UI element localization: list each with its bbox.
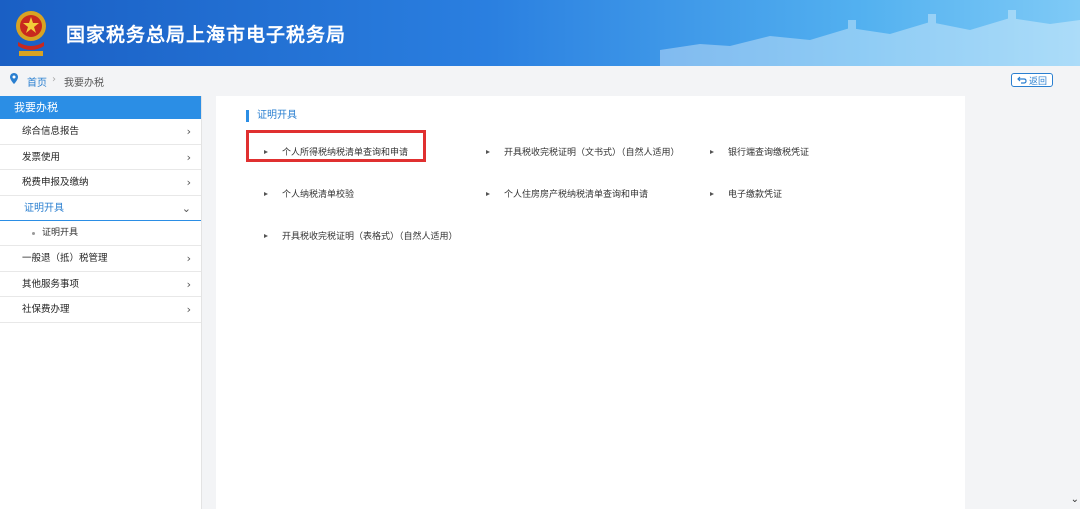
arrow-right-icon bbox=[486, 191, 490, 196]
scroll-down-arrow-icon[interactable]: ⌄ bbox=[1071, 494, 1079, 505]
vertical-scrollbar[interactable]: ⌄ bbox=[1068, 66, 1080, 509]
sidebar: 我要办税 综合信息报告 › 发票使用 › 税费申报及缴纳 › 证明开具 ⌄ 证明… bbox=[0, 96, 202, 509]
arrow-right-icon bbox=[264, 233, 268, 238]
chevron-right-icon: › bbox=[186, 277, 191, 291]
chevron-right-icon: › bbox=[186, 150, 191, 164]
arrow-right-icon bbox=[486, 149, 490, 154]
sidebar-heading: 我要办税 bbox=[0, 96, 201, 119]
link-property-tax-list[interactable]: 个人住房房产税纳税清单查询和申请 bbox=[486, 187, 648, 200]
sidebar-item-other-services[interactable]: 其他服务事项 › bbox=[0, 272, 201, 297]
link-label: 开具税收完税证明（表格式）（自然人适用） bbox=[282, 232, 458, 242]
sidebar-item-label: 综合信息报告 bbox=[22, 126, 80, 137]
sidebar-item-comprehensive-report[interactable]: 综合信息报告 › bbox=[0, 119, 201, 145]
link-label: 电子缴款凭证 bbox=[728, 190, 783, 200]
section-title: 证明开具 bbox=[246, 110, 297, 122]
sidebar-item-invoice-use[interactable]: 发票使用 › bbox=[0, 145, 201, 170]
link-electronic-payment-voucher[interactable]: 电子缴款凭证 bbox=[710, 187, 782, 200]
location-pin-icon bbox=[10, 73, 18, 84]
sidebar-item-tax-refund[interactable]: 一般退（抵）税管理 › bbox=[0, 246, 201, 272]
link-tax-certificate-table[interactable]: 开具税收完税证明（表格式）（自然人适用） bbox=[264, 229, 458, 242]
link-label: 银行端查询缴税凭证 bbox=[728, 148, 810, 158]
link-label: 个人住房房产税纳税清单查询和申请 bbox=[504, 190, 649, 200]
chevron-down-icon: ⌄ bbox=[181, 201, 191, 215]
link-label: 个人所得税纳税清单查询和申请 bbox=[282, 148, 409, 158]
link-label: 开具税收完税证明（文书式）（自然人适用） bbox=[504, 148, 680, 158]
chevron-right-icon: › bbox=[186, 176, 191, 189]
sidebar-item-label: 证明开具 bbox=[24, 202, 64, 214]
sidebar-item-tax-filing[interactable]: 税费申报及缴纳 › bbox=[0, 170, 201, 196]
link-tax-certificate-document[interactable]: 开具税收完税证明（文书式）（自然人适用） bbox=[486, 145, 680, 158]
sidebar-item-label: 社保费办理 bbox=[22, 304, 70, 315]
breadcrumb-separator: › bbox=[52, 74, 56, 85]
breadcrumb-current: 我要办税 bbox=[64, 78, 104, 89]
link-personal-tax-list-verify[interactable]: 个人纳税清单校验 bbox=[264, 187, 354, 200]
breadcrumb: 首页 › 我要办税 bbox=[0, 66, 1068, 94]
breadcrumb-home-link[interactable]: 首页 bbox=[27, 74, 47, 89]
arrow-right-icon bbox=[710, 191, 714, 196]
site-header: 国家税务总局上海市电子税务局 bbox=[0, 0, 1080, 66]
sidebar-item-certificate-issuance[interactable]: 证明开具 ⌄ bbox=[0, 196, 201, 221]
sidebar-subitem-label: 证明开具 bbox=[42, 228, 79, 238]
back-button[interactable]: 返回 bbox=[1011, 73, 1053, 87]
arrow-right-icon bbox=[264, 191, 268, 196]
main-panel: 证明开具 个人所得税纳税清单查询和申请 开具税收完税证明（文书式）（自然人适用）… bbox=[216, 96, 965, 509]
sidebar-item-label: 一般退（抵）税管理 bbox=[22, 253, 108, 264]
tax-emblem-icon bbox=[16, 11, 46, 56]
chevron-right-icon: › bbox=[186, 125, 191, 138]
link-label: 个人纳税清单校验 bbox=[282, 190, 355, 200]
chevron-right-icon: › bbox=[186, 252, 191, 265]
sidebar-item-label: 税费申报及缴纳 bbox=[22, 177, 89, 188]
bullet-dot-icon bbox=[32, 232, 35, 235]
arrow-right-icon bbox=[264, 149, 268, 154]
link-personal-tax-list[interactable]: 个人所得税纳税清单查询和申请 bbox=[264, 145, 408, 158]
sidebar-item-label: 其他服务事项 bbox=[22, 278, 80, 290]
sidebar-subitem-certificate-issuance[interactable]: 证明开具 bbox=[0, 221, 201, 246]
link-bank-tax-voucher[interactable]: 银行端查询缴税凭证 bbox=[710, 145, 809, 158]
chevron-right-icon: › bbox=[186, 303, 191, 316]
arrow-right-icon bbox=[710, 149, 714, 154]
sidebar-item-label: 发票使用 bbox=[22, 151, 61, 163]
sidebar-item-social-insurance[interactable]: 社保费办理 › bbox=[0, 297, 201, 323]
site-title: 国家税务总局上海市电子税务局 bbox=[66, 24, 347, 46]
return-arrow-icon bbox=[1017, 76, 1027, 84]
back-button-label: 返回 bbox=[1028, 76, 1047, 87]
great-wall-decoration bbox=[660, 10, 1080, 66]
